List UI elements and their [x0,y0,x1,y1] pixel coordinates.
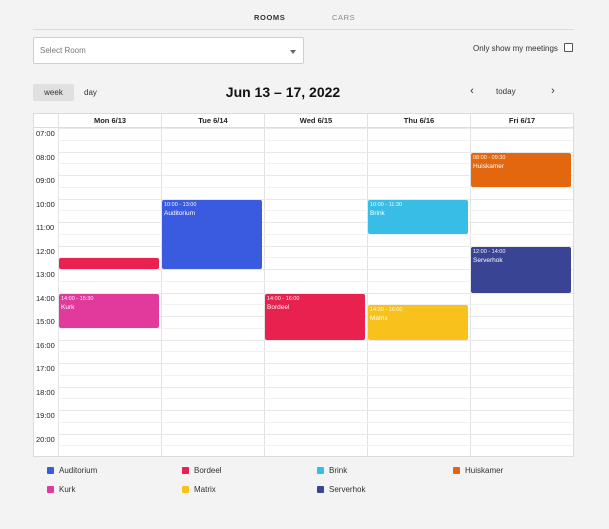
hour-gridline [58,339,573,341]
chevron-left-icon[interactable]: ‹ [467,85,477,97]
event-title: Brink [370,209,385,217]
time-label: 11:00 [36,223,55,232]
half-hour-gridline [58,351,573,353]
date-range-title: Jun 13 – 17, 2022 [225,84,341,100]
time-label: 15:00 [36,317,55,326]
select-room-placeholder: Select Room [40,46,86,55]
app-frame: ROOMS CARS Select Room Only show my meet… [0,0,609,529]
half-hour-gridline [58,445,573,447]
half-hour-gridline [58,398,573,400]
half-hour-gridline [58,233,573,235]
legend-label: Serverhok [329,485,366,494]
time-label: 09:00 [36,176,55,185]
event-block[interactable]: 14:00 - 15:30 Kurk [59,293,159,328]
hour-gridline [58,363,573,364]
event-time: 14:00 - 15:30 [61,295,94,302]
event-title: Matrix [370,315,388,323]
tab-rooms[interactable]: ROOMS [254,13,285,22]
time-label: 14:00 [36,293,55,303]
event-title: Auditorium [164,209,196,217]
chevron-right-icon[interactable]: › [548,85,558,97]
day-header: Thu 6/16 [367,114,470,128]
event-block[interactable]: 10:00 - 13:00 Auditorium [162,199,262,269]
legend-swatch [47,486,54,493]
event-block[interactable]: 08:00 - 09:30 Huiskamer [471,152,571,187]
week-calendar-grid: Mon 6/13 Tue 6/14 Wed 6/15 Thu 6/16 Fri 6/17… [33,113,574,457]
event-time: 12:00 - 14:00 [473,248,506,255]
time-label: 13:00 [36,270,55,279]
time-label: 12:00 [36,246,55,256]
legend-swatch [47,467,54,474]
legend-label: Auditorium [59,466,98,475]
time-label: 20:00 [36,434,55,444]
tab-cars[interactable]: CARS [332,13,355,22]
day-header: Fri 6/17 [470,114,573,128]
event-block[interactable]: 12:30 - 13:00 - Bordeel [59,258,159,269]
select-room-dropdown[interactable]: Select Room [33,37,304,64]
event-title: Serverhok [473,256,503,264]
hour-gridline [58,410,573,411]
day-header: Tue 6/14 [161,114,264,128]
half-hour-gridline [58,374,573,376]
time-label: 17:00 [36,364,55,373]
time-label: 08:00 [36,152,55,162]
event-time: 10:00 - 13:00 [164,201,197,208]
time-label: 19:00 [36,411,55,420]
legend-label: Kurk [59,485,76,494]
day-view-button[interactable]: day [84,84,106,101]
week-view-button[interactable]: week [33,84,74,101]
half-hour-gridline [58,139,573,141]
event-time: 14:30 - 16:00 [370,307,403,314]
time-label: 18:00 [36,387,55,397]
hour-gridline [58,222,573,223]
event-block[interactable]: 14:30 - 16:00 Matrix [368,305,468,340]
hour-gridline [58,433,573,435]
day-header: Wed 6/15 [264,114,367,128]
hour-gridline [58,386,573,388]
event-block[interactable]: 14:00 - 16:00 Bordeel [265,293,365,340]
hour-gridline [58,198,573,200]
event-block[interactable]: 10:00 - 11:30 Brink [368,199,468,234]
half-hour-gridline [58,210,573,212]
only-mine-checkbox[interactable] [564,43,573,52]
event-title: Bordeel [267,303,290,311]
legend-swatch [182,486,189,493]
time-label: 16:00 [36,340,55,350]
event-title: Kurk [61,303,75,311]
tab-bar: ROOMS CARS [33,0,574,30]
legend-label: Brink [329,466,348,475]
half-hour-gridline [58,186,573,188]
legend-label: Bordeel [194,466,222,475]
legend-label: Huiskamer [465,466,504,475]
time-label: 07:00 [36,129,55,138]
half-hour-gridline [58,421,573,423]
event-time: 14:00 - 16:00 [267,295,300,302]
today-button[interactable]: today [496,87,516,96]
hour-gridline [58,128,573,129]
legend-swatch [317,467,324,474]
event-title: Huiskamer [473,162,505,170]
time-label: 10:00 [36,199,55,209]
event-time: 10:00 - 11:30 [370,201,403,208]
time-gutter-header [34,114,58,128]
legend-swatch [317,486,324,493]
legend-swatch [453,467,460,474]
legend-label: Matrix [194,485,216,494]
legend-swatch [182,467,189,474]
event-block[interactable]: 12:00 - 14:00 Serverhok [471,246,571,293]
only-mine-label: Only show my meetings [473,44,558,53]
event-time: 08:00 - 09:30 [473,154,506,161]
caret-down-icon [290,50,296,54]
day-header: Mon 6/13 [58,114,161,128]
